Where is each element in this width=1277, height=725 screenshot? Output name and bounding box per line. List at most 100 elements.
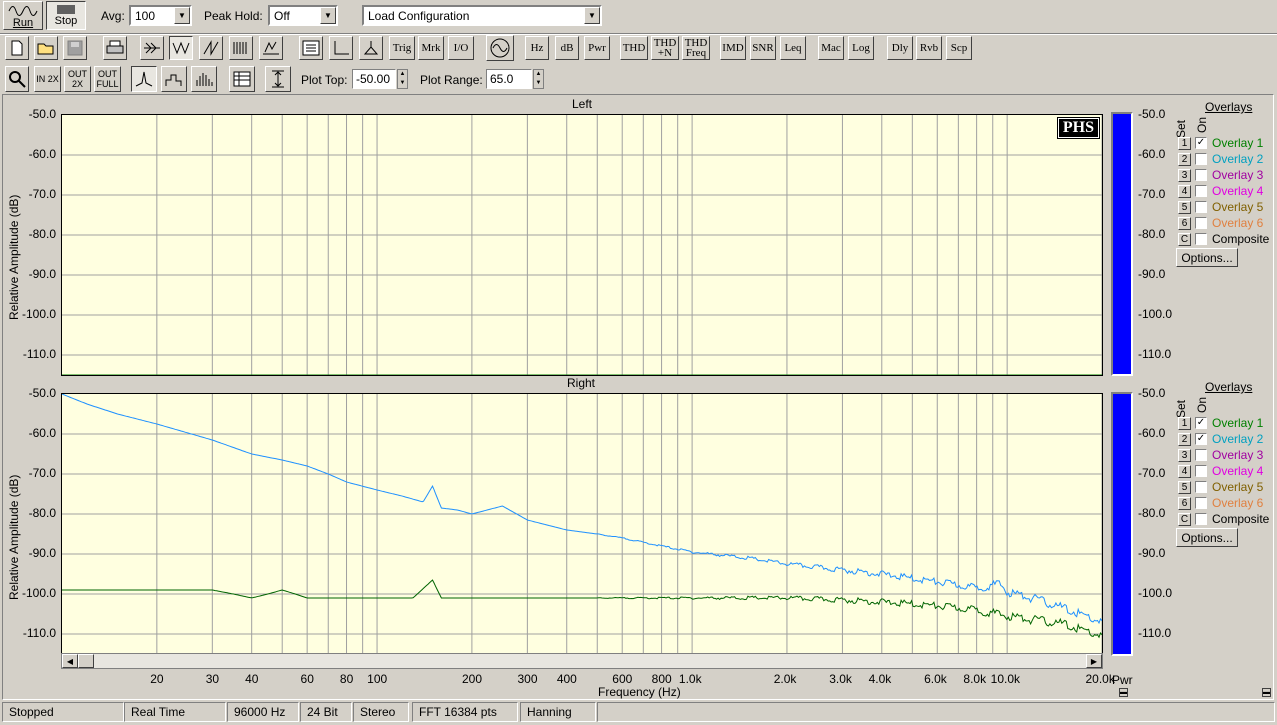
new-file-button[interactable] — [5, 36, 29, 60]
rvb-button[interactable]: Rvb — [916, 36, 942, 60]
run-button[interactable]: Run — [3, 1, 43, 30]
overlay-checkbox[interactable] — [1195, 449, 1207, 461]
overlay-set-button[interactable]: 2 — [1178, 432, 1191, 446]
overlay-options-button[interactable]: Options... — [1176, 248, 1238, 267]
overlay-set-button[interactable]: 2 — [1178, 152, 1191, 166]
snr-button[interactable]: SNR — [750, 36, 776, 60]
overlay-checkbox[interactable]: ✓ — [1195, 137, 1207, 149]
scp-label: Scp — [950, 42, 968, 54]
axis-button[interactable] — [329, 36, 353, 60]
chevron-down-icon[interactable]: ▼ — [584, 7, 600, 24]
io-label: I/O — [453, 42, 469, 54]
overlay-set-button[interactable]: 4 — [1178, 464, 1191, 478]
line-mode-button[interactable] — [131, 66, 157, 92]
trig-button[interactable]: Trig — [389, 36, 415, 60]
leq-button[interactable]: Leq — [780, 36, 806, 60]
scroll-right-arrow[interactable]: ▶ — [1086, 654, 1102, 668]
thd-n-button[interactable]: THD +N — [651, 36, 679, 60]
stop-button[interactable]: Stop — [46, 1, 86, 30]
probe-button[interactable] — [359, 36, 383, 60]
horizontal-scrollbar[interactable]: ◀ ▶ — [61, 653, 1103, 669]
zoom-out-2x-button[interactable]: OUT 2X — [64, 66, 91, 92]
mrk-button[interactable]: Mrk — [418, 36, 444, 60]
overlay-checkbox[interactable] — [1195, 465, 1207, 477]
overlay-row: 5 Overlay 5 — [1178, 199, 1263, 215]
thd-button[interactable]: THD — [620, 36, 648, 60]
step-mode-button[interactable] — [161, 66, 187, 92]
overlay-label: Overlay 1 — [1212, 136, 1264, 150]
peak-hold-select[interactable]: Off ▼ — [268, 5, 338, 26]
chevron-down-icon[interactable]: ▼ — [320, 7, 336, 24]
overlay-set-button[interactable]: 6 — [1178, 216, 1191, 230]
spectrum-button[interactable] — [140, 36, 164, 60]
save-button[interactable] — [63, 36, 87, 60]
overlay-checkbox[interactable] — [1195, 513, 1207, 525]
bar-mode-button[interactable] — [191, 66, 217, 92]
print-button[interactable] — [103, 36, 127, 60]
zoom-in-2x-button[interactable]: IN 2X — [34, 66, 61, 92]
overlay-checkbox[interactable] — [1195, 153, 1207, 165]
overlay-set-button[interactable]: 3 — [1178, 168, 1191, 182]
generator-button[interactable] — [486, 35, 514, 61]
overlay-checkbox[interactable] — [1195, 185, 1207, 197]
config-select[interactable]: Load Configuration ▼ — [362, 5, 602, 26]
overlay-checkbox[interactable] — [1195, 169, 1207, 181]
overlay-label: Overlay 3 — [1212, 168, 1264, 182]
right-plot[interactable] — [61, 393, 1103, 655]
meter-tick-label: -100.0 — [1138, 307, 1173, 321]
scroll-left-arrow[interactable]: ◀ — [62, 654, 78, 668]
overlay-checkbox[interactable] — [1195, 217, 1207, 229]
plot-range-input[interactable]: 65.0 — [486, 69, 532, 89]
overlay-checkbox[interactable]: ✓ — [1195, 433, 1207, 445]
imd-button[interactable]: IMD — [720, 36, 746, 60]
hz-button[interactable]: Hz — [525, 36, 549, 60]
thd-freq-button[interactable]: THD Freq — [682, 36, 710, 60]
pwr-button[interactable]: Pwr — [584, 36, 610, 60]
ramp-button[interactable] — [199, 36, 223, 60]
overlay-checkbox[interactable] — [1195, 233, 1207, 245]
overlay-set-button[interactable]: 1 — [1178, 136, 1191, 150]
table-button[interactable] — [229, 66, 255, 92]
phs-logo-text: PHS — [1062, 119, 1094, 136]
log-button[interactable]: Log — [848, 36, 874, 60]
plot-top-spinner[interactable]: ▲ ▼ — [397, 69, 408, 89]
scope-button[interactable] — [169, 36, 193, 60]
overlay-set-button[interactable]: 5 — [1178, 480, 1191, 494]
overlay-set-button[interactable]: 1 — [1178, 416, 1191, 430]
panel-resize-handle[interactable]: ▬ — [1262, 688, 1271, 697]
overlay-checkbox[interactable] — [1195, 201, 1207, 213]
overlay-set-button[interactable]: 6 — [1178, 496, 1191, 510]
meter-resize-handle[interactable]: ▬ — [1119, 688, 1128, 697]
mac-button[interactable]: Mac — [818, 36, 844, 60]
open-file-button[interactable] — [34, 36, 58, 60]
settings-button[interactable] — [299, 36, 323, 60]
overlay-checkbox[interactable]: ✓ — [1195, 417, 1207, 429]
io-button[interactable]: I/O — [448, 36, 474, 60]
plot-top-input[interactable]: -50.00 — [352, 69, 396, 89]
3d-button[interactable] — [259, 36, 283, 60]
plot-top-value: -50.00 — [356, 72, 391, 86]
scp-button[interactable]: Scp — [946, 36, 972, 60]
zoom-full-button[interactable]: OUT FULL — [94, 66, 121, 92]
dly-button[interactable]: Dly — [887, 36, 913, 60]
status-field: Stopped — [2, 702, 124, 722]
zoom-button[interactable] — [5, 66, 29, 92]
chevron-down-icon[interactable]: ▼ — [174, 7, 190, 24]
overlay-set-button[interactable]: C — [1178, 512, 1191, 526]
overlay-set-button[interactable]: C — [1178, 232, 1191, 246]
overlay-checkbox[interactable] — [1195, 481, 1207, 493]
overlay-set-button[interactable]: 4 — [1178, 184, 1191, 198]
db-button[interactable]: dB — [555, 36, 579, 60]
overlay-options-button[interactable]: Options... — [1176, 528, 1238, 547]
avg-select[interactable]: 100 ▼ — [129, 5, 192, 26]
x-tick-label: 3.0k — [829, 672, 852, 686]
left-plot[interactable]: PHS — [61, 114, 1103, 376]
plot-range-spinner[interactable]: ▲ ▼ — [533, 69, 544, 89]
overlay-checkbox[interactable] — [1195, 497, 1207, 509]
overlay-set-button[interactable]: 3 — [1178, 448, 1191, 462]
overlay-set-button[interactable]: 5 — [1178, 200, 1191, 214]
scroll-thumb[interactable] — [78, 654, 94, 668]
autoscale-button[interactable] — [265, 66, 291, 92]
meter-tick-label: -80.0 — [1138, 506, 1166, 520]
spectrogram-button[interactable] — [229, 36, 253, 60]
